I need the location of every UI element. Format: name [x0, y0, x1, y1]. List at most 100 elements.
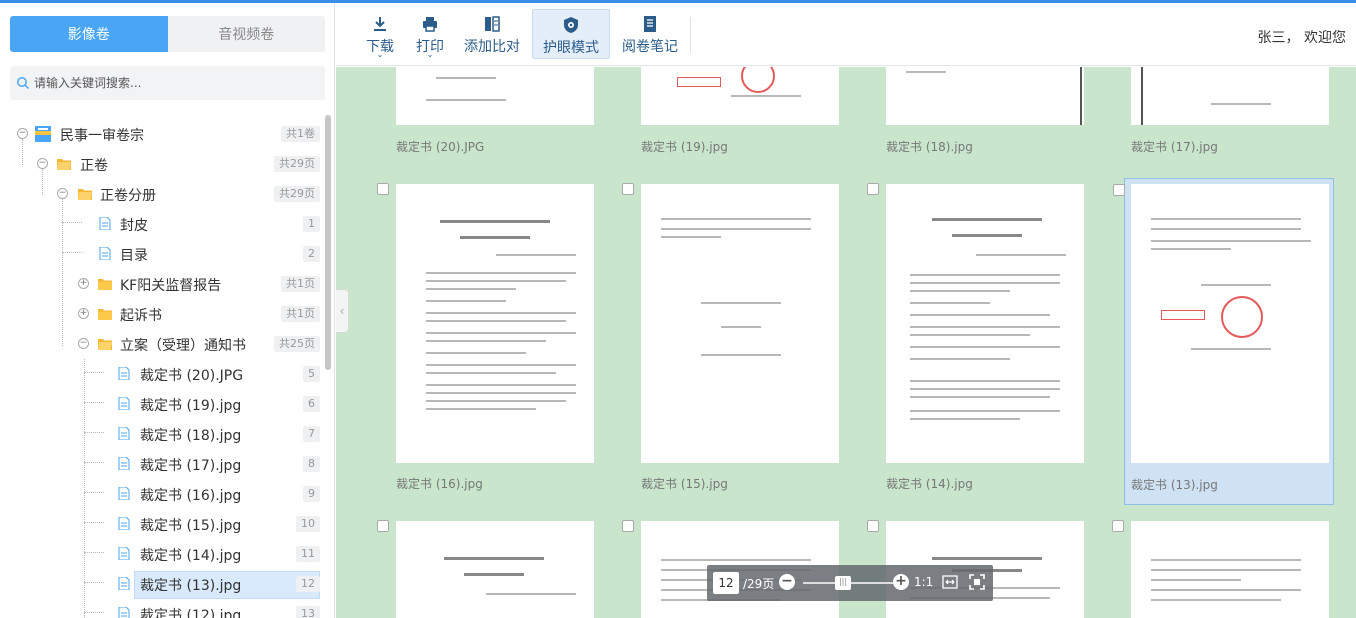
actual-size-button[interactable]: 1:1: [914, 575, 933, 589]
tree-node-filing-notice[interactable]: − 立案（受理）通知书 共25页: [0, 329, 322, 359]
tree-node-file[interactable]: 裁定书 (19).jpg 6: [0, 389, 322, 419]
expand-icon[interactable]: +: [78, 308, 89, 319]
tree-node-file[interactable]: 裁定书 (16).jpg 9: [0, 479, 322, 509]
search-box: [10, 66, 325, 100]
file-icon: [99, 247, 111, 260]
thumbnail-checkbox[interactable]: [622, 183, 634, 195]
thumbnail-card[interactable]: 裁定书 (17).jpg: [1129, 67, 1339, 157]
tree-count-badge: 8: [303, 456, 320, 472]
thumbnail-checkbox[interactable]: [377, 183, 389, 195]
page-preview: [886, 67, 1084, 125]
tab-av-volume[interactable]: 音视频卷: [167, 16, 325, 52]
download-button[interactable]: 下载 ⌄: [358, 9, 402, 59]
zoom-in-button[interactable]: +: [893, 574, 909, 590]
page-preview: [396, 67, 594, 125]
notes-label: 阅卷笔记: [622, 39, 678, 55]
tree-count-badge: 9: [303, 486, 320, 502]
eye-protection-button[interactable]: 护眼模式: [532, 9, 610, 59]
collapse-icon[interactable]: −: [78, 338, 89, 349]
collapse-icon[interactable]: −: [37, 158, 48, 169]
tree-node-file[interactable]: 裁定书 (20).JPG 5: [0, 359, 322, 389]
sidebar-tabs: 影像卷 音视频卷: [10, 16, 325, 52]
thumbnail-caption: 裁定书 (16).jpg: [396, 477, 483, 491]
viewer-controls: 12 /29页 − ||| + 1:1: [707, 565, 993, 601]
tab-image-volume[interactable]: 影像卷: [10, 16, 168, 52]
thumbnail-checkbox[interactable]: [1113, 184, 1125, 196]
fullscreen-icon[interactable]: [969, 574, 985, 590]
thumbnail-checkbox[interactable]: [867, 520, 879, 532]
printer-icon: [423, 17, 437, 32]
chevron-down-icon: ⌄: [426, 50, 434, 59]
tree-label: 起诉书: [120, 308, 162, 324]
tree-node-file[interactable]: 裁定书 (18).jpg 7: [0, 419, 322, 449]
red-stamp: [677, 77, 721, 87]
tree-count-badge: 2: [303, 246, 320, 262]
search-input[interactable]: [34, 76, 314, 90]
image-file-icon: [118, 517, 130, 530]
tree-node-main-volume-part[interactable]: − 正卷分册 共29页: [0, 179, 322, 209]
tree-node-file[interactable]: 裁定书 (14).jpg 11: [0, 539, 322, 569]
folder-open-icon: [57, 159, 71, 170]
tree-label: 裁定书 (20).JPG: [140, 368, 244, 384]
folder-open-icon: [78, 189, 92, 200]
tree-node-kf-report[interactable]: + KF阳关监督报告 共1页: [0, 269, 322, 299]
image-file-icon: [118, 397, 130, 410]
add-compare-label: 添加比对: [464, 39, 520, 55]
thumbnail-checkbox[interactable]: [622, 520, 634, 532]
tree-node-main-volume[interactable]: − 正卷 共29页: [0, 149, 322, 179]
folder-icon: [98, 309, 112, 320]
tree-label: 立案（受理）通知书: [120, 338, 246, 354]
shield-eye-icon: [564, 17, 578, 33]
thumbnail-card[interactable]: 裁定书 (14).jpg: [867, 179, 1094, 504]
thumbnail-card[interactable]: 裁定书 (16).jpg: [377, 179, 604, 504]
thumbnail-card-selected[interactable]: 裁定书 (13).jpg: [1113, 178, 1334, 505]
thumbnail-card[interactable]: [377, 516, 604, 618]
tree-label: 裁定书 (12).jpg: [140, 608, 242, 618]
reading-notes-button[interactable]: 阅卷笔记: [618, 9, 682, 59]
tree-label: 目录: [120, 248, 148, 264]
thumbnail-checkbox[interactable]: [377, 520, 389, 532]
add-compare-button[interactable]: 添加比对: [460, 9, 524, 59]
user-greeting: 张三， 欢迎您: [1257, 30, 1346, 46]
thumbnail-card[interactable]: 裁定书 (18).jpg: [884, 67, 1094, 157]
page-total: /29页: [743, 577, 775, 591]
tree-count-badge: 共1卷: [281, 126, 320, 142]
thumbnail-card[interactable]: 裁定书 (20).JPG: [394, 67, 604, 157]
fit-width-icon[interactable]: [942, 574, 958, 590]
thumbnail-card[interactable]: [1112, 516, 1339, 618]
download-icon: [374, 17, 386, 31]
image-file-icon: [118, 487, 130, 500]
expand-icon[interactable]: +: [78, 278, 89, 289]
tree-label: 裁定书 (13).jpg: [140, 578, 242, 594]
thumbnail-card[interactable]: 裁定书 (15).jpg: [622, 179, 849, 504]
zoom-slider-handle[interactable]: |||: [835, 576, 851, 590]
zoom-slider[interactable]: [803, 582, 903, 584]
tree-node-file[interactable]: 裁定书 (15).jpg 10: [0, 509, 322, 539]
image-file-icon: [118, 577, 130, 590]
print-button[interactable]: 打印 ⌄: [408, 9, 452, 59]
tree-node-indictment[interactable]: + 起诉书 共1页: [0, 299, 322, 329]
tree-count-badge: 5: [303, 366, 320, 382]
page-number-input[interactable]: 12: [713, 572, 739, 594]
tree-node-file[interactable]: 裁定书 (12).jpg 13: [0, 599, 322, 618]
seal-stamp: [741, 67, 775, 93]
image-file-icon: [118, 427, 130, 440]
collapse-icon[interactable]: −: [57, 188, 68, 199]
tree-node-cover[interactable]: 封皮 1: [0, 209, 322, 239]
tree-node-file[interactable]: 裁定书 (17).jpg 8: [0, 449, 322, 479]
thumbnail-checkbox[interactable]: [867, 183, 879, 195]
thumbnail-caption: 裁定书 (13).jpg: [1131, 478, 1218, 492]
tree-node-file-selected[interactable]: 裁定书 (13).jpg 12: [0, 569, 322, 599]
page-preview: [1131, 184, 1329, 463]
tree-node-toc[interactable]: 目录 2: [0, 239, 322, 269]
collapse-sidebar-handle[interactable]: ‹: [336, 289, 349, 333]
zoom-out-button[interactable]: −: [779, 574, 795, 590]
tree-label: 正卷分册: [100, 188, 156, 204]
toolbar-divider: [690, 17, 691, 53]
tree-node-root[interactable]: − 民事一审卷宗 共1卷: [0, 119, 322, 149]
collapse-icon[interactable]: −: [17, 128, 28, 139]
tree-label: 民事一审卷宗: [60, 128, 144, 144]
thumbnail-card[interactable]: 裁定书 (19).jpg: [639, 67, 849, 157]
tree-scrollbar[interactable]: [325, 115, 331, 370]
thumbnail-checkbox[interactable]: [1112, 520, 1124, 532]
